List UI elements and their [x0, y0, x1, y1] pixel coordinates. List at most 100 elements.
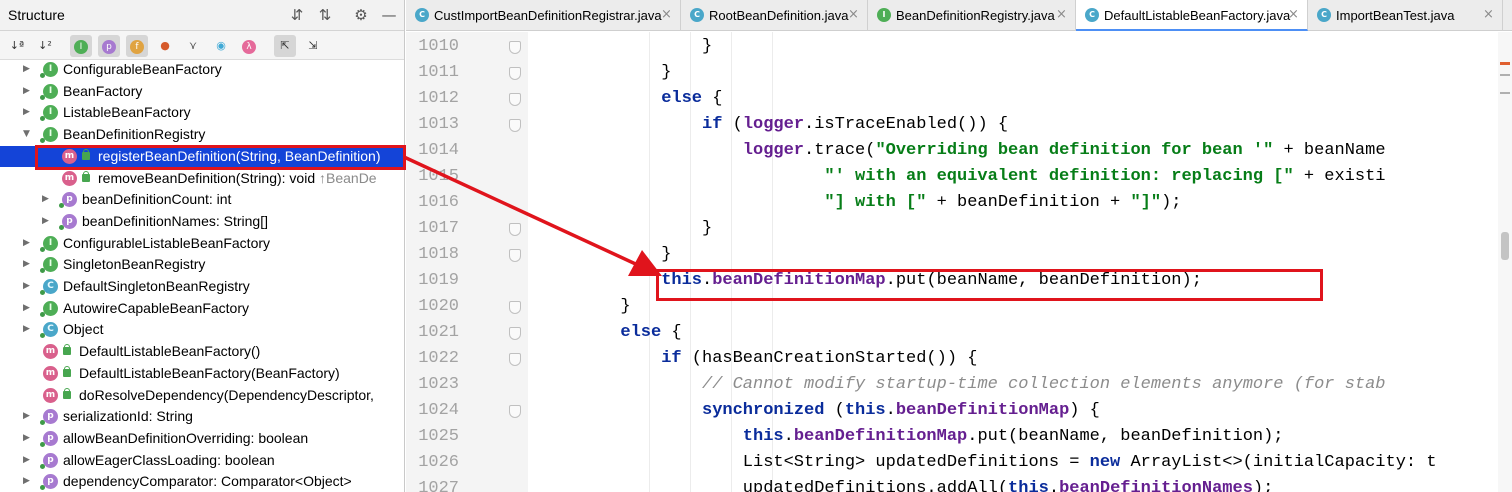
tree-item[interactable]: ▶ p dependencyComparator: Comparator<Objec… [0, 471, 404, 492]
code-line[interactable]: logger.trace("Overriding bean definition… [743, 141, 1386, 160]
tree-item[interactable]: ▶ I ConfigurableListableBeanFactory [0, 233, 404, 254]
code-line[interactable]: List<String> updatedDefinitions = new Ar… [743, 453, 1437, 472]
show-non-public-icon[interactable]: ● [154, 35, 176, 57]
collapsed-arrow-icon[interactable]: ▶ [23, 280, 33, 292]
collapsed-arrow-icon[interactable]: ▶ [23, 475, 33, 487]
fold-marker-icon[interactable] [509, 223, 521, 236]
collapsed-arrow-icon[interactable]: ▶ [23, 432, 33, 444]
show-hierarchy-icon[interactable]: ⋎ [182, 35, 204, 57]
fold-marker-icon[interactable] [509, 41, 521, 54]
tab-label: ImportBeanTest.java [1336, 8, 1455, 23]
code-line[interactable]: "] with [" + beanDefinition + "]"); [824, 193, 1181, 212]
code-line[interactable]: if (hasBeanCreationStarted()) { [661, 349, 977, 368]
gear-icon[interactable]: ⚙ [351, 5, 371, 25]
code-line[interactable]: else { [620, 323, 681, 342]
error-stripe-marker[interactable] [1500, 62, 1510, 65]
fold-marker-icon[interactable] [509, 67, 521, 80]
tree-item[interactable]: ▶ p beanDefinitionCount: int [0, 189, 404, 210]
tree-item[interactable]: ▶ p allowBeanDefinitionOverriding: boolean [0, 428, 404, 449]
autoscroll-from-source-icon[interactable]: ⇲ [302, 35, 324, 57]
editor-tab[interactable]: C CustImportBeanDefinitionRegistrar.java × [406, 0, 681, 31]
editor-tab[interactable]: I BeanDefinitionRegistry.java × [868, 0, 1076, 31]
expand-all-icon[interactable]: ⇵ [287, 5, 307, 25]
editor-right-gutter[interactable] [1498, 32, 1512, 492]
tree-item[interactable]: m removeBeanDefinition(String): void ↑Bea… [0, 168, 404, 189]
code-line[interactable]: } [661, 63, 671, 82]
code-line[interactable]: } [620, 297, 630, 316]
tree-item[interactable]: ▶ p beanDefinitionNames: String[] [0, 211, 404, 232]
collapsed-arrow-icon[interactable]: ▶ [23, 106, 33, 118]
tree-item[interactable]: ▶ p serializationId: String [0, 406, 404, 427]
tab-close-icon[interactable]: × [661, 7, 672, 22]
show-fields-icon[interactable]: f [126, 35, 148, 57]
tree-item[interactable]: m DefaultListableBeanFactory(BeanFactory) [0, 363, 404, 384]
tree-item[interactable]: ▶ C Object [0, 319, 404, 340]
tree-item[interactable]: ▶ p allowEagerClassLoading: boolean [0, 450, 404, 471]
collapsed-arrow-icon[interactable]: ▶ [23, 454, 33, 466]
collapsed-arrow-icon[interactable]: ▶ [23, 237, 33, 249]
collapsed-arrow-icon[interactable]: ▶ [42, 193, 52, 205]
collapsed-arrow-icon[interactable]: ▶ [23, 258, 33, 270]
editor-tab[interactable]: C DefaultListableBeanFactory.java × [1076, 0, 1308, 31]
property-icon: p [43, 452, 58, 468]
fold-marker-icon[interactable] [509, 301, 521, 314]
interface-icon: I [43, 62, 58, 77]
tab-label: RootBeanDefinition.java [709, 8, 849, 23]
code-line[interactable]: updatedDefinitions.addAll(this.beanDefin… [743, 479, 1274, 492]
editor-tab[interactable]: C ImportBeanTest.java × [1308, 0, 1503, 31]
sort-visibility-icon[interactable]: ↓² [34, 35, 56, 57]
code-line[interactable]: } [702, 219, 712, 238]
collapsed-arrow-icon[interactable]: ▶ [23, 410, 33, 422]
tab-close-icon[interactable]: × [848, 7, 859, 22]
show-inherited-icon[interactable]: I [70, 35, 92, 57]
minimize-icon[interactable]: — [379, 5, 399, 25]
code-line[interactable]: } [702, 37, 712, 56]
stripe-marker[interactable] [1500, 92, 1510, 94]
code-line[interactable]: // Cannot modify startup-time collection… [702, 375, 1386, 394]
code-line[interactable]: else { [661, 89, 722, 108]
tree-item[interactable]: ▶ I BeanFactory [0, 81, 404, 102]
fold-marker-icon[interactable] [509, 405, 521, 418]
stripe-marker[interactable] [1500, 74, 1510, 76]
collapsed-arrow-icon[interactable]: ▶ [23, 302, 33, 314]
tree-item[interactable]: ▶ I ListableBeanFactory [0, 102, 404, 123]
code-line[interactable]: if (logger.isTraceEnabled()) { [702, 115, 1008, 134]
tab-close-icon[interactable]: × [1056, 7, 1067, 22]
indent-guide [649, 32, 651, 492]
collapsed-arrow-icon[interactable]: ▶ [42, 215, 52, 227]
tree-item[interactable]: ▶ I ConfigurableBeanFactory [0, 59, 404, 80]
code-area[interactable]: }} else { if (logger.isTraceEnabled()) { lo… [528, 32, 1498, 492]
code-line[interactable]: "' with an equivalent definition: replac… [824, 167, 1385, 186]
tree-item[interactable]: ▶ I SingletonBeanRegistry [0, 254, 404, 275]
tab-close-icon[interactable]: × [1483, 7, 1494, 22]
tree-item[interactable]: ▶ I AutowireCapableBeanFactory [0, 298, 404, 319]
code-line[interactable]: } [661, 245, 671, 264]
collapse-all-icon[interactable]: ⇅ [315, 5, 335, 25]
line-number: 1015 [418, 167, 459, 186]
tree-item[interactable]: m doResolveDependency(DependencyDescripto… [0, 385, 404, 406]
editor-tab[interactable]: C RootBeanDefinition.java × [681, 0, 868, 31]
show-anonymous-icon[interactable]: ◉ [210, 35, 232, 57]
sort-alpha-icon[interactable]: ↓ª [6, 35, 28, 57]
code-line[interactable]: synchronized (this.beanDefinitionMap) { [702, 401, 1100, 420]
collapsed-arrow-icon[interactable]: ▶ [23, 323, 33, 335]
fold-marker-icon[interactable] [509, 93, 521, 106]
code-line[interactable]: this.beanDefinitionMap.put(beanName, bea… [743, 427, 1284, 446]
vertical-scrollbar-thumb[interactable] [1501, 232, 1509, 260]
fold-marker-icon[interactable] [509, 327, 521, 340]
fold-marker-icon[interactable] [509, 353, 521, 366]
expanded-arrow-icon[interactable]: ▼ [23, 128, 33, 140]
collapsed-arrow-icon[interactable]: ▶ [23, 85, 33, 97]
show-properties-icon[interactable]: p [98, 35, 120, 57]
tab-close-icon[interactable]: × [1288, 7, 1299, 22]
fold-marker-icon[interactable] [509, 119, 521, 132]
structure-toolbar: ↓ª ↓² I p f ● ⋎ ◉ λ ⇱ ⇲ [0, 31, 404, 60]
fold-marker-icon[interactable] [509, 249, 521, 262]
tree-item[interactable]: ▶ C DefaultSingletonBeanRegistry [0, 276, 404, 297]
show-lambdas-icon[interactable]: λ [238, 35, 260, 57]
tree-item[interactable]: m DefaultListableBeanFactory() [0, 341, 404, 362]
autoscroll-to-source-icon[interactable]: ⇱ [274, 35, 296, 57]
tree-item[interactable]: ▼ I BeanDefinitionRegistry [0, 124, 404, 145]
keyword-token: else [661, 89, 702, 108]
collapsed-arrow-icon[interactable]: ▶ [23, 63, 33, 75]
